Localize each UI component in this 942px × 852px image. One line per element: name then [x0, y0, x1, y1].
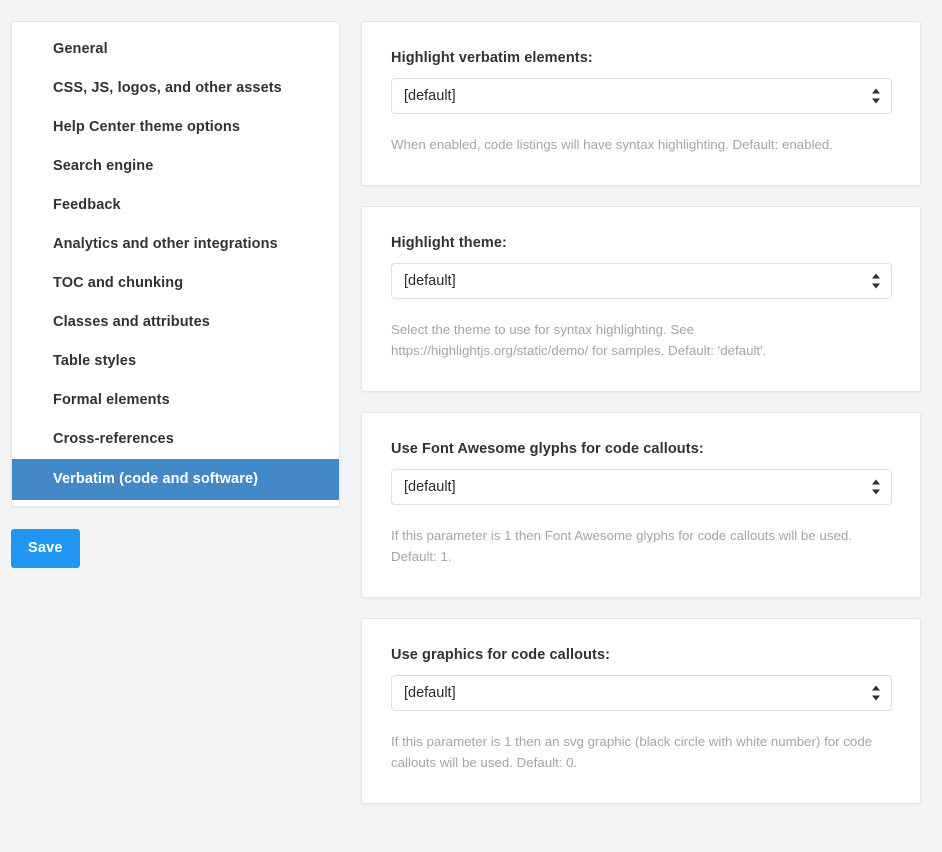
save-button-container: Save — [11, 529, 340, 568]
sidebar-item-feedback[interactable]: Feedback — [12, 186, 339, 225]
sidebar-item-analytics-and-other-integrations[interactable]: Analytics and other integrations — [12, 225, 339, 264]
help-text: If this parameter is 1 then an svg graph… — [391, 731, 891, 773]
sidebar-item-classes-and-attributes[interactable]: Classes and attributes — [12, 303, 339, 342]
select-value: [default] — [404, 264, 456, 298]
field-label: Highlight theme: — [391, 235, 891, 251]
use-font-awesome-glyphs-select[interactable]: [default] — [391, 469, 892, 505]
sidebar-item-formal-elements[interactable]: Formal elements — [12, 381, 339, 420]
field-label: Use graphics for code callouts: — [391, 647, 891, 663]
select-updown-arrows-icon — [872, 685, 881, 702]
field-label: Use Font Awesome glyphs for code callout… — [391, 441, 891, 457]
save-button[interactable]: Save — [11, 529, 80, 568]
sidebar-item-cross-references[interactable]: Cross-references — [12, 420, 339, 459]
help-text: If this parameter is 1 then Font Awesome… — [391, 525, 891, 567]
help-text: When enabled, code listings will have sy… — [391, 134, 891, 155]
sidebar-item-help-center-theme-options[interactable]: Help Center theme options — [12, 108, 339, 147]
highlight-theme-select[interactable]: [default] — [391, 263, 892, 299]
sidebar-nav-card: General CSS, JS, logos, and other assets… — [11, 21, 340, 507]
highlight-verbatim-elements-select[interactable]: [default] — [391, 78, 892, 114]
select-updown-arrows-icon — [872, 88, 881, 105]
sidebar-item-toc-and-chunking[interactable]: TOC and chunking — [12, 264, 339, 303]
sidebar-item-css-js-logos-and-other-assets[interactable]: CSS, JS, logos, and other assets — [12, 69, 339, 108]
select-updown-arrows-icon — [872, 273, 881, 290]
sidebar-item-table-styles[interactable]: Table styles — [12, 342, 339, 381]
setting-card-use-font-awesome-glyphs-for-code-callouts: Use Font Awesome glyphs for code callout… — [361, 412, 921, 598]
sidebar: General CSS, JS, logos, and other assets… — [11, 21, 340, 568]
sidebar-item-verbatim-code-and-software[interactable]: Verbatim (code and software) — [12, 459, 339, 500]
field-label: Highlight verbatim elements: — [391, 50, 891, 66]
setting-card-highlight-verbatim-elements: Highlight verbatim elements: [default] W… — [361, 21, 921, 186]
sidebar-item-search-engine[interactable]: Search engine — [12, 147, 339, 186]
use-graphics-for-code-callouts-select[interactable]: [default] — [391, 675, 892, 711]
select-value: [default] — [404, 79, 456, 113]
select-value: [default] — [404, 676, 456, 710]
settings-panel: Highlight verbatim elements: [default] W… — [361, 21, 921, 824]
select-value: [default] — [404, 470, 456, 504]
settings-page: General CSS, JS, logos, and other assets… — [0, 0, 942, 852]
help-text: Select the theme to use for syntax highl… — [391, 319, 891, 361]
setting-card-highlight-theme: Highlight theme: [default] Select the th… — [361, 206, 921, 392]
setting-card-use-graphics-for-code-callouts: Use graphics for code callouts: [default… — [361, 618, 921, 804]
sidebar-item-general[interactable]: General — [12, 30, 339, 69]
select-updown-arrows-icon — [872, 479, 881, 496]
